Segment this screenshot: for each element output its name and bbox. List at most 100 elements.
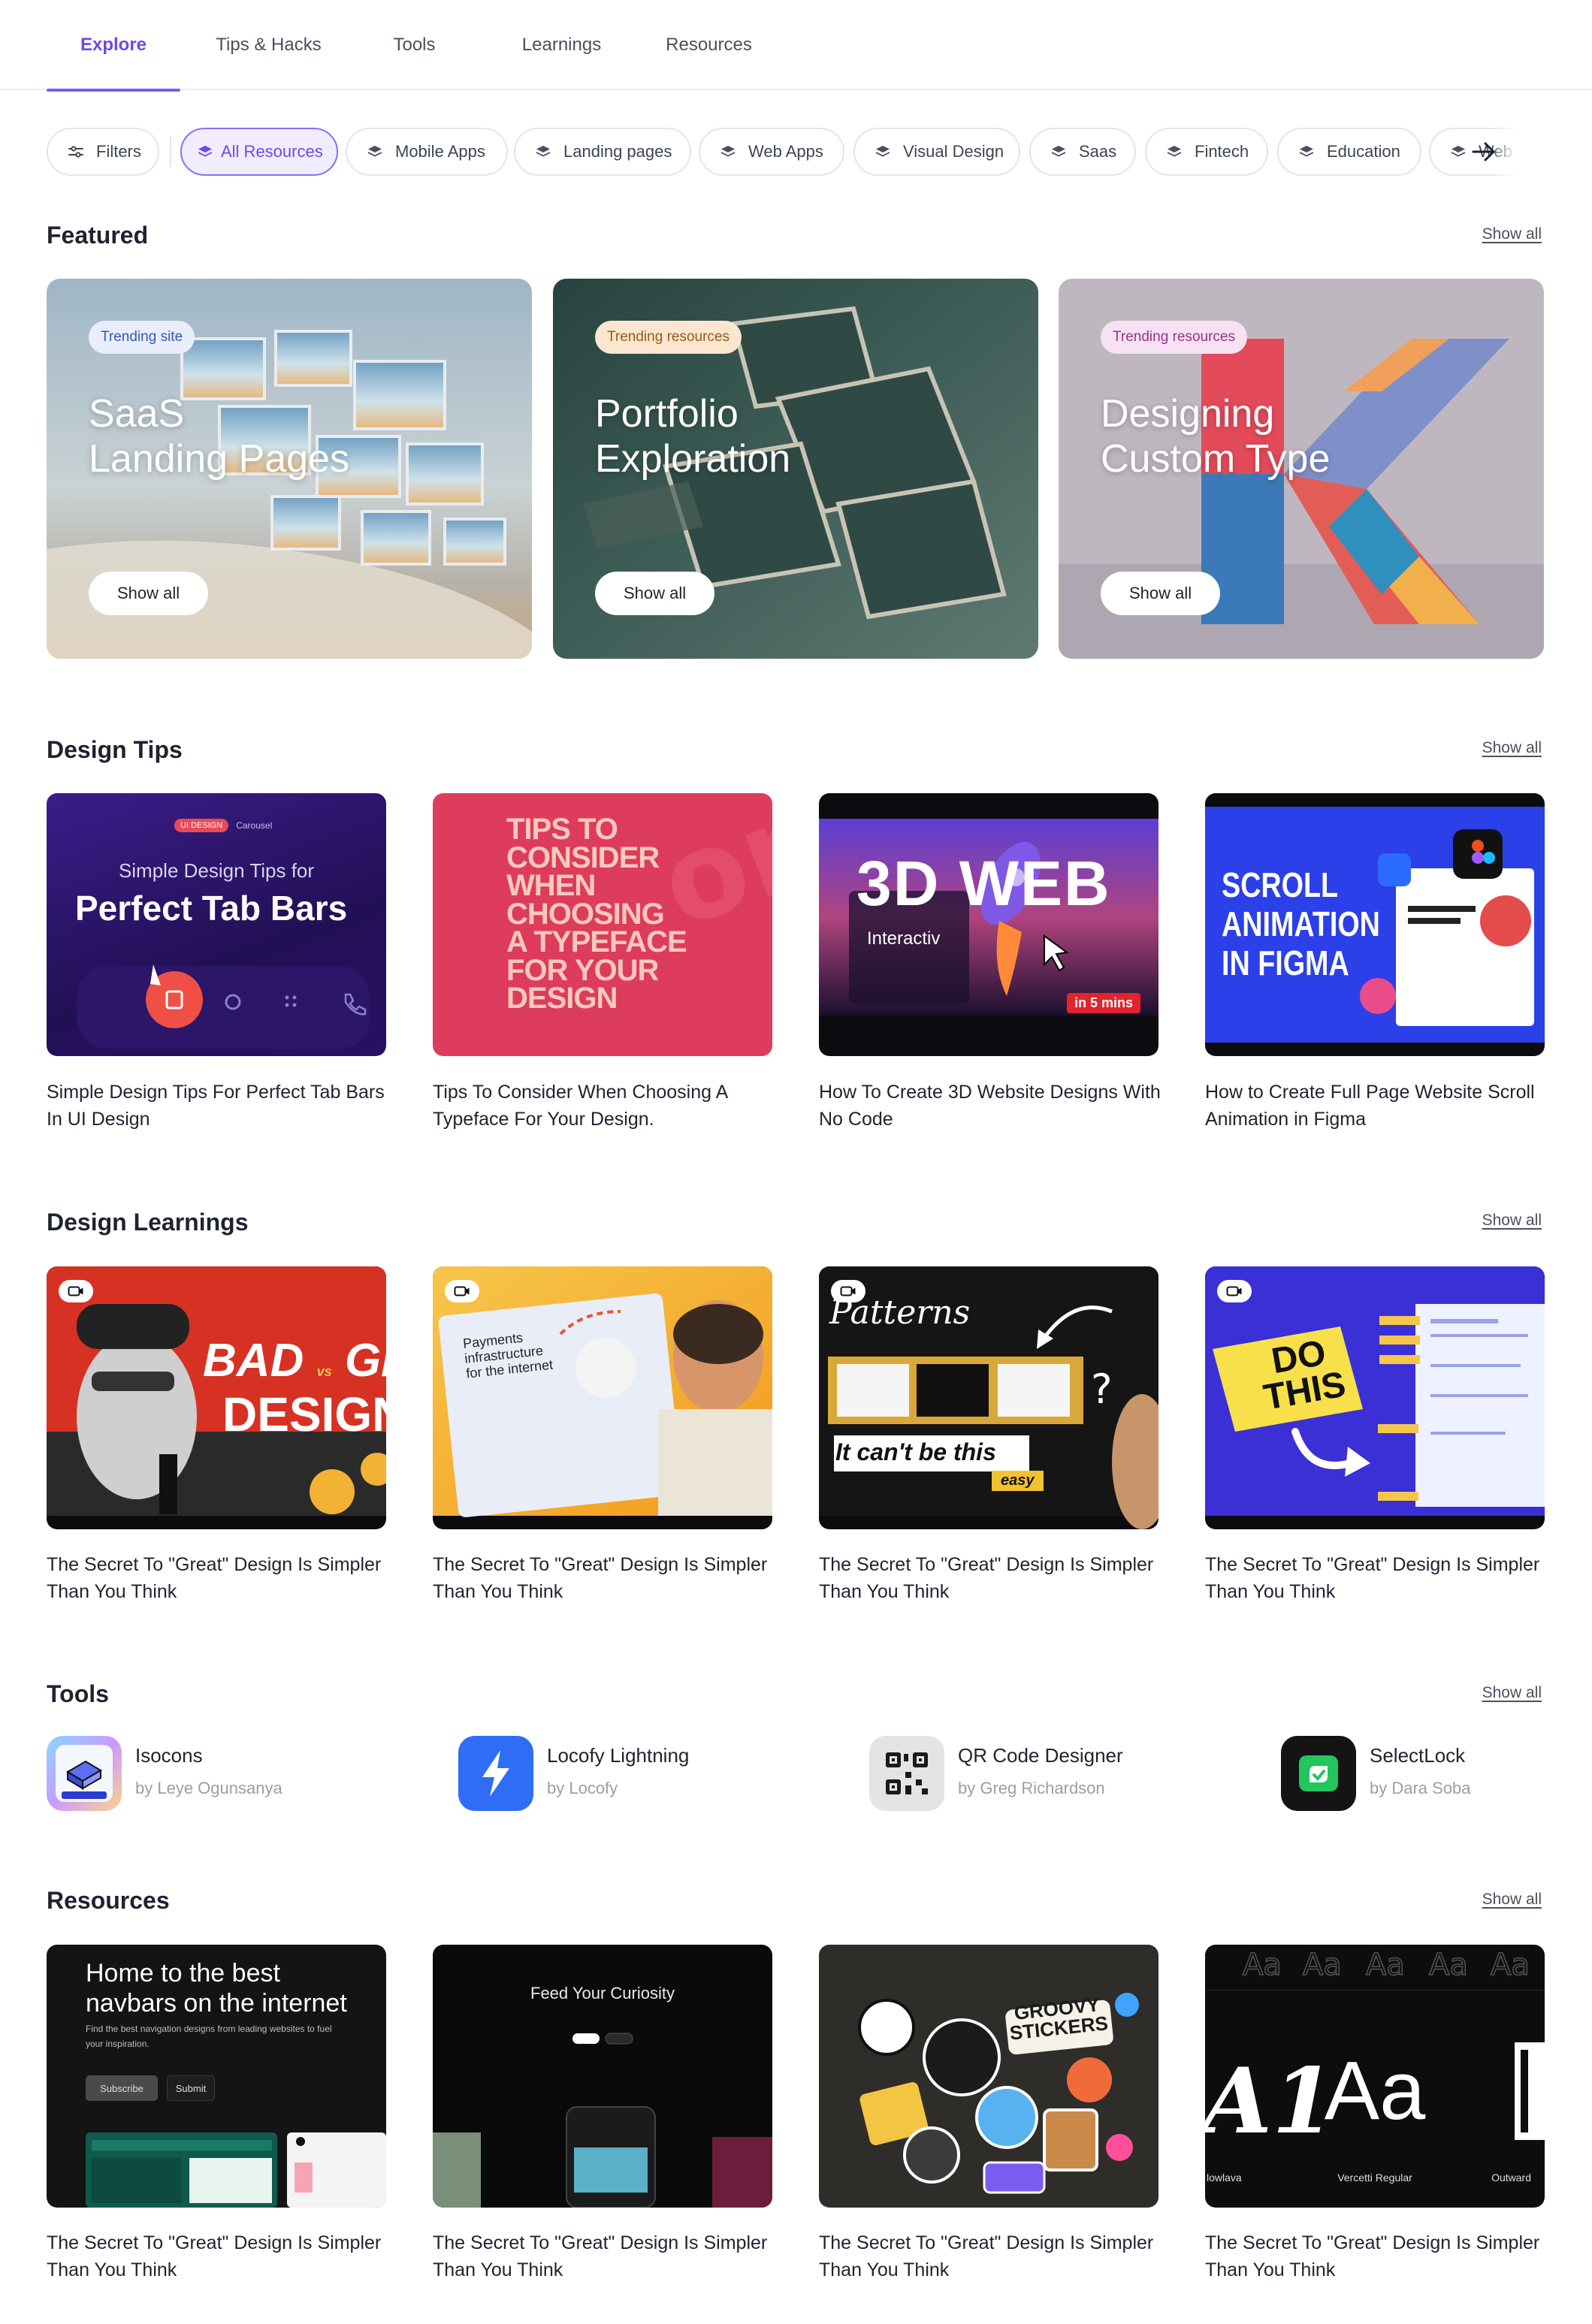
featured-card-title: SaaS Landing Pages — [89, 392, 349, 481]
featured-card-saas[interactable]: Trending site SaaS Landing Pages Show al… — [47, 279, 532, 659]
tip-thumbnail-3d-web[interactable]: 3D WEB Interactiv in 5 mins — [819, 793, 1159, 1056]
learning-thumbnail-patterns[interactable]: ? Patterns It can't be this easy — [819, 1266, 1159, 1529]
chip-landing-pages[interactable]: Landing pages — [514, 128, 691, 176]
resource-caption[interactable]: The Secret To "Great" Design Is Simpler … — [433, 2229, 778, 2283]
chip-label: Fintech — [1195, 142, 1249, 161]
scroll-right-arrow-icon[interactable] — [1461, 128, 1506, 176]
featured-card-title: Portfolio Exploration — [595, 392, 791, 481]
thumb-text: Outward — [1491, 2172, 1531, 2184]
resource-thumbnail-fonts[interactable]: Aa Aa Aa Aa Aa A1 Aa lowlava Vercetti Regula… — [1205, 1945, 1545, 2208]
tools-show-all-link[interactable]: Show all — [1482, 1684, 1542, 1702]
chip-web-apps[interactable]: Web Apps — [699, 128, 844, 176]
tool-name[interactable]: SelectLock — [1370, 1744, 1465, 1767]
do-this-illustration — [1205, 1266, 1545, 1516]
isocons-icon[interactable] — [47, 1736, 122, 1811]
chip-saas[interactable]: Saas — [1029, 128, 1136, 176]
3d-web-illustration — [819, 819, 1159, 1016]
selectlock-icon[interactable] — [1281, 1736, 1356, 1811]
tab-label: Resources — [666, 35, 752, 55]
learning-thumbnail-payments[interactable]: Payments infrastructure for the internet — [433, 1266, 772, 1529]
layers-icon — [368, 146, 382, 157]
feed-illustration — [433, 2033, 772, 2208]
learning-caption[interactable]: The Secret To "Great" Design Is Simpler … — [1205, 1551, 1551, 1605]
video-icon — [1226, 1286, 1242, 1296]
tools-section-title: Tools — [47, 1680, 109, 1707]
chip-mobile-apps[interactable]: Mobile Apps — [346, 128, 508, 176]
chip-visual-design[interactable]: Visual Design — [853, 128, 1020, 176]
tool-author: by Greg Richardson — [958, 1779, 1105, 1797]
tool-name[interactable]: Isocons — [135, 1744, 203, 1767]
tab-explore[interactable]: Explore — [47, 0, 180, 92]
tab-tools[interactable]: Tools — [361, 0, 468, 90]
thumb-text: BAD vs GRE — [203, 1334, 386, 1387]
chip-label: Mobile Apps — [395, 142, 485, 161]
layers-icon — [1168, 146, 1181, 157]
tab-tips-hacks[interactable]: Tips & Hacks — [203, 0, 334, 90]
resource-thumbnail-feed[interactable]: Feed Your Curiosity — [433, 1945, 772, 2208]
learning-caption[interactable]: The Secret To "Great" Design Is Simpler … — [433, 1551, 778, 1605]
resource-thumbnail-navbars[interactable]: Home to the best navbars on the internet… — [47, 1945, 386, 2208]
video-icon — [840, 1286, 856, 1296]
resource-caption[interactable]: The Secret To "Great" Design Is Simpler … — [47, 2229, 392, 2283]
thumb-tag: easy — [992, 1471, 1044, 1491]
featured-card-custom-type[interactable]: Trending resources Designing Custom Type… — [1059, 279, 1544, 659]
thumb-text: TIPS TO CONSIDER WHEN CHOOSING A TYPEFAC… — [506, 813, 687, 1015]
svg-text:Aa: Aa — [1243, 1948, 1282, 1982]
video-badge — [59, 1280, 93, 1302]
featured-show-all-button[interactable]: Show all — [89, 572, 209, 615]
tab-learnings[interactable]: Learnings — [503, 0, 620, 90]
tip-caption[interactable]: How to Create Full Page Website Scroll A… — [1205, 1079, 1551, 1133]
resource-caption[interactable]: The Secret To "Great" Design Is Simpler … — [819, 2229, 1165, 2283]
design-learnings-show-all-link[interactable]: Show all — [1482, 1212, 1542, 1230]
layers-icon — [198, 146, 212, 157]
layers-icon — [1052, 146, 1065, 157]
learning-thumbnail-bad-vs-great[interactable]: BAD vs GRE DESIGNER — [47, 1266, 386, 1529]
filters-button[interactable]: Filters — [47, 128, 159, 176]
learning-caption[interactable]: The Secret To "Great" Design Is Simpler … — [819, 1551, 1165, 1605]
sliders-icon — [68, 146, 83, 158]
tip-thumbnail-scroll-animation[interactable]: SCROLL ANIMATION IN FIGMA — [1205, 793, 1545, 1056]
trending-badge: Trending site — [89, 321, 195, 354]
featured-card-portfolio[interactable]: Trending resources Portfolio Exploration… — [553, 279, 1038, 659]
chip-label: Web Apps — [748, 142, 823, 161]
resource-caption[interactable]: The Secret To "Great" Design Is Simpler … — [1205, 2229, 1551, 2283]
design-tips-section-title: Design Tips — [47, 736, 183, 763]
resource-thumbnail-stickers[interactable]: GROOVY STICKERS — [819, 1945, 1159, 2208]
resources-show-all-link[interactable]: Show all — [1482, 1891, 1542, 1909]
qr-code-icon[interactable] — [869, 1736, 944, 1811]
chip-all-resources[interactable]: All Resources — [180, 128, 338, 176]
lightning-icon[interactable] — [458, 1736, 533, 1811]
chip-education[interactable]: Education — [1277, 128, 1421, 176]
tab-label: Explore — [80, 35, 147, 55]
tool-name[interactable]: Locofy Lightning — [547, 1744, 689, 1767]
tool-author: by Locofy — [547, 1779, 618, 1797]
featured-section-title: Featured — [47, 222, 149, 249]
tool-name[interactable]: QR Code Designer — [958, 1744, 1123, 1767]
stickers-illustration — [858, 1993, 1139, 2194]
tab-label: Learnings — [521, 35, 602, 55]
tool-author: by Dara Soba — [1370, 1779, 1471, 1797]
video-badge — [445, 1280, 479, 1302]
chip-label: Visual Design — [903, 142, 1004, 161]
featured-show-all-link[interactable]: Show all — [1482, 225, 1542, 243]
thumb-text: Interactiv — [867, 928, 941, 949]
svg-text:Aa: Aa — [1491, 1948, 1530, 1982]
tip-thumbnail-tab-bars[interactable]: UI DESIGN Carousel Simple Design Tips fo… — [47, 793, 386, 1056]
tool-author: by Leye Ogunsanya — [135, 1779, 282, 1797]
tab-label: Tips & Hacks — [216, 35, 322, 55]
design-tips-show-all-link[interactable]: Show all — [1482, 739, 1542, 757]
tip-caption[interactable]: How To Create 3D Website Designs With No… — [819, 1079, 1165, 1133]
tip-caption[interactable]: Simple Design Tips For Perfect Tab Bars … — [47, 1079, 392, 1133]
trending-badge: Trending resources — [1101, 321, 1247, 354]
tab-resources[interactable]: Resources — [651, 0, 767, 90]
layers-icon — [876, 146, 890, 157]
chip-fintech[interactable]: Fintech — [1145, 128, 1268, 176]
tip-thumbnail-typeface[interactable]: oni TIPS TO CONSIDER WHEN CHOOSING A TYP… — [433, 793, 772, 1056]
featured-show-all-button[interactable]: Show all — [595, 572, 715, 615]
tip-caption[interactable]: Tips To Consider When Choosing A Typefac… — [433, 1079, 778, 1133]
featured-show-all-button[interactable]: Show all — [1101, 572, 1221, 615]
learning-thumbnail-do-this[interactable]: DO THIS — [1205, 1266, 1545, 1529]
thumb-word: BAD — [203, 1335, 304, 1387]
video-icon — [454, 1286, 470, 1296]
learning-caption[interactable]: The Secret To "Great" Design Is Simpler … — [47, 1551, 392, 1605]
